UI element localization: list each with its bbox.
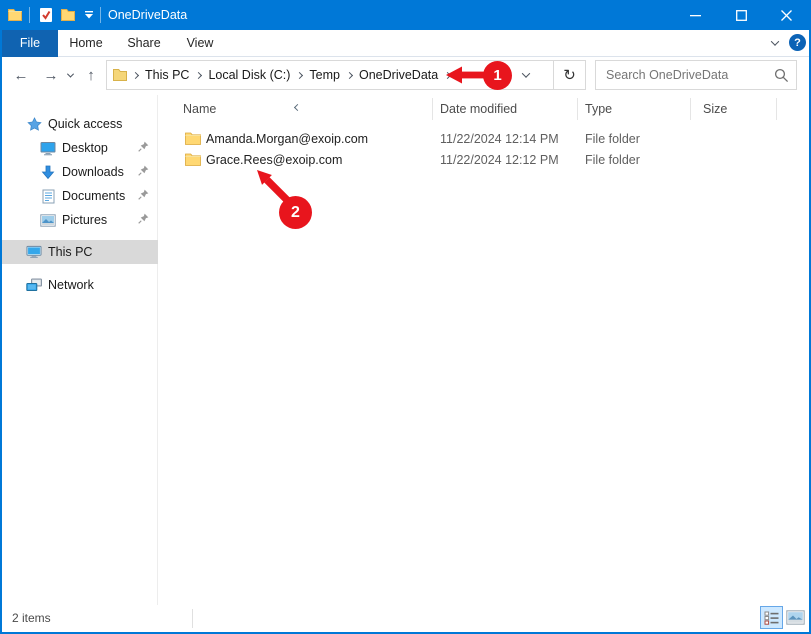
up-button[interactable]: ↑: [78, 60, 104, 90]
item-count: 2 items: [12, 611, 51, 625]
column-header-date-modified[interactable]: Date modified: [440, 102, 517, 116]
address-folder-icon: [113, 68, 129, 82]
file-date-modified: 11/22/2024 12:12 PM: [440, 153, 559, 167]
tab-file[interactable]: File: [2, 30, 58, 57]
sort-ascending-caret-icon[interactable]: [293, 97, 302, 115]
qat-separator: [29, 7, 30, 23]
window-border-left: [0, 0, 2, 634]
folder-icon: [185, 153, 201, 169]
window-title: OneDriveData: [108, 8, 188, 22]
column-separator[interactable]: [776, 98, 777, 120]
sidebar-item-pictures[interactable]: Pictures: [2, 208, 158, 232]
sidebar-item-desktop[interactable]: Desktop: [2, 136, 158, 160]
file-date-modified: 11/22/2024 12:14 PM: [440, 132, 559, 146]
recent-locations-chevron-icon[interactable]: [62, 60, 78, 90]
sidebar-item-label: Downloads: [62, 165, 124, 179]
customize-quick-access-chevron-icon[interactable]: [82, 7, 96, 23]
ribbon-tab-bar: File Home Share View ?: [0, 30, 811, 57]
sidebar-item-this-pc[interactable]: This PC: [2, 240, 158, 264]
pin-icon: [137, 140, 150, 156]
breadcrumb-local-disk-c[interactable]: Local Disk (C:): [203, 68, 295, 82]
help-icon[interactable]: ?: [789, 34, 806, 51]
pin-icon: [137, 164, 150, 180]
sidebar-item-label: This PC: [48, 245, 93, 259]
breadcrumb-chevron-icon[interactable]: [195, 71, 203, 79]
status-separator: [192, 609, 193, 628]
search-box: [595, 60, 797, 90]
column-header-name[interactable]: Name: [183, 102, 216, 116]
large-icons-view-button[interactable]: [786, 610, 805, 625]
minimize-button[interactable]: [672, 0, 718, 30]
pictures-icon: [40, 212, 56, 228]
breadcrumb-chevron-icon[interactable]: [345, 71, 354, 79]
annotation-arrow-1: [446, 66, 488, 84]
column-separator[interactable]: [577, 98, 578, 120]
tab-home[interactable]: Home: [60, 30, 112, 57]
pin-icon: [137, 212, 150, 228]
file-row-amanda-morgan[interactable]: Amanda.Morgan@exoip.com 11/22/2024 12:14…: [158, 129, 809, 149]
this-pc-icon: [26, 244, 42, 260]
sidebar-item-quick-access[interactable]: Quick access: [2, 112, 158, 136]
breadcrumb-this-pc[interactable]: This PC: [140, 68, 194, 82]
file-explorer-window: OneDriveData File Home Share View ? ← → …: [0, 0, 811, 634]
properties-icon[interactable]: [38, 7, 54, 23]
qat-separator: [100, 7, 101, 23]
sidebar-item-documents[interactable]: Documents: [2, 184, 158, 208]
annotation-step-1-badge: 1: [483, 61, 512, 90]
search-input[interactable]: [596, 61, 796, 89]
sidebar-item-label: Pictures: [62, 213, 108, 227]
annotation-step-2-badge: 2: [279, 196, 312, 229]
sidebar-item-label: Quick access: [48, 117, 123, 131]
back-button[interactable]: ←: [8, 60, 34, 90]
search-icon[interactable]: [774, 68, 789, 88]
breadcrumb-onedrivedata[interactable]: OneDriveData: [354, 68, 443, 82]
address-dropdown-chevron-icon[interactable]: [515, 61, 537, 89]
sidebar-item-network[interactable]: Network: [2, 273, 158, 297]
column-header-size[interactable]: Size: [703, 102, 727, 116]
file-type: File folder: [585, 153, 640, 167]
address-bar[interactable]: This PC Local Disk (C:) Temp OneDriveDat…: [106, 60, 586, 90]
sidebar-item-label: Desktop: [62, 141, 108, 155]
app-folder-icon: [8, 7, 24, 23]
tab-view[interactable]: View: [174, 30, 226, 57]
file-name: Amanda.Morgan@exoip.com: [206, 132, 369, 146]
tab-share[interactable]: Share: [116, 30, 172, 57]
star-icon: [26, 116, 42, 132]
sidebar-item-label: Network: [48, 278, 94, 292]
column-header-type[interactable]: Type: [585, 102, 612, 116]
sidebar-item-label: Documents: [62, 189, 126, 203]
navigation-pane: Quick access Desktop Downloads Documents…: [2, 95, 158, 605]
breadcrumb-temp[interactable]: Temp: [304, 68, 345, 82]
pin-icon: [137, 188, 150, 204]
downloads-icon: [40, 164, 56, 180]
collapse-ribbon-chevron-icon[interactable]: [766, 34, 784, 52]
status-bar: 2 items: [2, 605, 809, 632]
documents-icon: [40, 188, 56, 204]
new-folder-icon[interactable]: [61, 7, 77, 23]
refresh-button[interactable]: ↻: [553, 61, 585, 89]
sidebar-item-downloads[interactable]: Downloads: [2, 160, 158, 184]
breadcrumb-chevron-icon[interactable]: [296, 71, 304, 79]
forward-button[interactable]: →: [38, 60, 64, 90]
column-separator[interactable]: [690, 98, 691, 120]
desktop-icon: [40, 140, 56, 156]
titlebar: OneDriveData: [0, 0, 811, 30]
column-separator[interactable]: [432, 98, 433, 120]
close-button[interactable]: [764, 0, 809, 30]
file-type: File folder: [585, 132, 640, 146]
details-view-button[interactable]: [760, 606, 783, 629]
maximize-button[interactable]: [718, 0, 764, 30]
folder-icon: [185, 132, 201, 148]
network-icon: [26, 277, 42, 293]
breadcrumb-chevron-icon[interactable]: [131, 71, 140, 79]
